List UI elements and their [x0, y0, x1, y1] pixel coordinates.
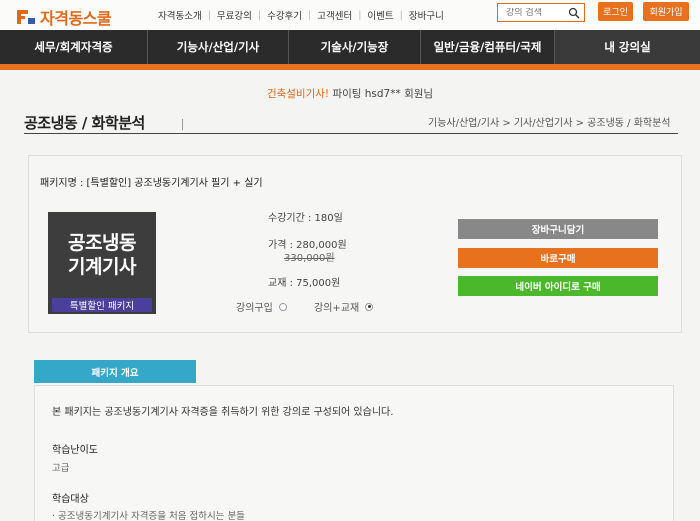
main-nav-professional-engineer[interactable]: 기술사/기능장 [289, 30, 421, 64]
main-nav: 세무/회계자격증 기능사/산업/기사 기술사/기능장 일반/금융/컴퓨터/국제 … [0, 30, 700, 64]
nav-divider: | [207, 9, 211, 21]
nav-free-lectures[interactable]: 무료강의 [217, 8, 252, 22]
join-button[interactable]: 회원가입 [643, 2, 689, 21]
nav-divider: | [308, 9, 312, 21]
main-nav-general-finance[interactable]: 일반/금융/컴퓨터/국제 [421, 30, 555, 64]
nav-divider: | [399, 9, 403, 21]
nav-accent-line [0, 64, 700, 70]
target-heading: 학습대상 [52, 494, 89, 505]
difficulty-value: 고급 [52, 463, 70, 474]
search-box [497, 3, 585, 22]
difficulty-heading: 학습난이도 [52, 445, 98, 456]
greeting-message: 건축설비기사! 파이팅 hsd7** 회원님 [0, 86, 700, 101]
greeting-goal: 건축설비기사! [266, 88, 330, 100]
main-nav-craftsman-engineer[interactable]: 기능사/산업/기사 [148, 30, 289, 64]
page-title: 공조냉동 / 화학분석 [24, 114, 145, 132]
option-lecture-only-radio[interactable] [278, 302, 287, 311]
nav-cart[interactable]: 장바구니 [409, 8, 444, 22]
search-icon[interactable] [568, 7, 580, 19]
option-lecture-book-label: 강의+교재 [314, 303, 360, 314]
search-input[interactable] [498, 7, 566, 18]
package-thumbnail: 공조냉동 기계기사 특별할인 패키지 [48, 212, 156, 314]
greeting-user: 파이팅 hsd7** 회원님 [329, 88, 434, 100]
option-lecture-only-label: 강의구입 [236, 303, 273, 314]
tab-package-overview[interactable]: 패키지 개요 [34, 360, 196, 383]
option-lecture-book-radio[interactable] [365, 302, 374, 311]
thumbnail-line-1: 공조냉동 [68, 232, 136, 255]
main-nav-my-classroom[interactable]: 내 강의실 [555, 30, 700, 64]
nav-divider: | [358, 9, 362, 21]
course-period: 수강기간 : 180일 [268, 213, 343, 224]
top-bar: 자격동스쿨 자격동소개 | 무료강의 | 수강후기 | 고객센터 | 이벤트 |… [0, 0, 700, 30]
add-to-cart-button[interactable]: 장바구니담기 [458, 219, 658, 239]
top-nav: 자격동소개 | 무료강의 | 수강후기 | 고객센터 | 이벤트 | 장바구니 [158, 8, 444, 23]
nav-reviews[interactable]: 수강후기 [267, 8, 302, 22]
title-underline [24, 133, 678, 134]
logo-mark-icon [16, 8, 36, 26]
main-nav-tax-accounting[interactable]: 세무/회계자격증 [0, 30, 148, 64]
nav-about[interactable]: 자격동소개 [158, 8, 202, 22]
textbook-price: 교재 : 75,000원 [268, 278, 341, 289]
thumbnail-line-2: 기계기사 [68, 256, 136, 278]
naver-purchase-button[interactable]: 네이버 아이디로 구매 [458, 276, 658, 296]
target-value: · 공조냉동기계기사 자격증을 처음 접하시는 분들 [52, 511, 245, 521]
thumbnail-title: 공조냉동 기계기사 [68, 232, 136, 280]
site-logo[interactable]: 자격동스쿨 [16, 5, 112, 29]
special-discount-badge: 특별할인 패키지 [52, 298, 152, 312]
original-price: 330,000원 [284, 253, 335, 264]
option-lecture-book[interactable]: 강의+교재 [314, 299, 374, 314]
nav-support[interactable]: 고객센터 [317, 8, 352, 22]
overview-intro: 본 패키지는 공조냉동기계기사 자격증을 취득하기 위한 강의로 구성되어 있습… [52, 407, 394, 418]
breadcrumb: 기능사/산업/기사 > 기사/산업기사 > 공조냉동 / 화학분석 [428, 118, 671, 129]
buy-now-button[interactable]: 바로구매 [458, 248, 658, 268]
nav-divider: | [257, 9, 262, 21]
logo-text: 자격동스쿨 [40, 9, 112, 28]
title-divider [182, 119, 183, 130]
nav-events[interactable]: 이벤트 [367, 8, 393, 22]
option-lecture-only[interactable]: 강의구입 [236, 299, 287, 314]
package-name: 패키지명 : [특별할인] 공조냉동기계기사 필기 + 실기 [40, 178, 263, 189]
login-button[interactable]: 로그인 [598, 2, 633, 21]
